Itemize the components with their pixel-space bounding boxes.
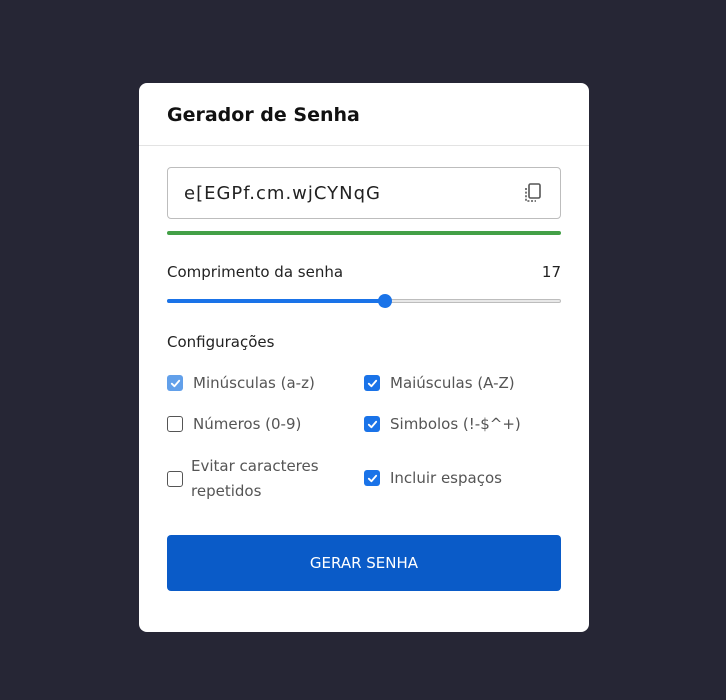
uppercase-label: Maiúsculas (A-Z)	[390, 374, 515, 392]
card-header: Gerador de Senha	[139, 83, 589, 146]
page-title: Gerador de Senha	[167, 103, 360, 126]
password-text[interactable]: e[EGPf.cm.wjCYNqG	[168, 183, 522, 204]
lowercase-checkbox[interactable]	[167, 375, 183, 391]
length-slider-thumb[interactable]	[377, 294, 392, 308]
option-uppercase[interactable]: Maiúsculas (A-Z)	[364, 374, 515, 392]
include-spaces-label: Incluir espaços	[390, 469, 502, 487]
numbers-checkbox[interactable]	[167, 416, 183, 432]
option-include-spaces[interactable]: Incluir espaços	[364, 469, 502, 487]
symbols-label: Simbolos (!-$^+)	[390, 415, 521, 433]
strength-bar-fill	[167, 231, 561, 235]
length-slider-fill	[167, 299, 385, 303]
symbols-checkbox[interactable]	[364, 416, 380, 432]
lowercase-label: Minúsculas (a-z)	[193, 374, 315, 392]
avoid-duplicates-label: Evitar caracteres repetidos	[191, 457, 319, 500]
option-lowercase[interactable]: Minúsculas (a-z)	[167, 374, 315, 392]
avoid-duplicates-checkbox[interactable]	[167, 471, 183, 487]
password-display: e[EGPf.cm.wjCYNqG	[167, 167, 561, 219]
copy-icon[interactable]	[522, 182, 544, 204]
length-value: 17	[541, 263, 561, 281]
option-symbols[interactable]: Simbolos (!-$^+)	[364, 415, 521, 433]
uppercase-checkbox[interactable]	[364, 375, 380, 391]
option-avoid-duplicates[interactable]: Evitar caracteres repetidos	[167, 454, 357, 504]
numbers-label: Números (0-9)	[193, 415, 302, 433]
length-label: Comprimento da senha	[167, 263, 344, 281]
option-numbers[interactable]: Números (0-9)	[167, 415, 301, 433]
include-spaces-checkbox[interactable]	[364, 470, 380, 486]
strength-bar	[167, 231, 561, 235]
generate-password-button[interactable]: GERAR SENHA	[167, 535, 561, 591]
settings-title: Configurações	[167, 333, 275, 351]
password-generator-card: Gerador de Senha e[EGPf.cm.wjCYNqG Compr…	[139, 83, 589, 632]
length-row: Comprimento da senha 17	[167, 263, 561, 281]
